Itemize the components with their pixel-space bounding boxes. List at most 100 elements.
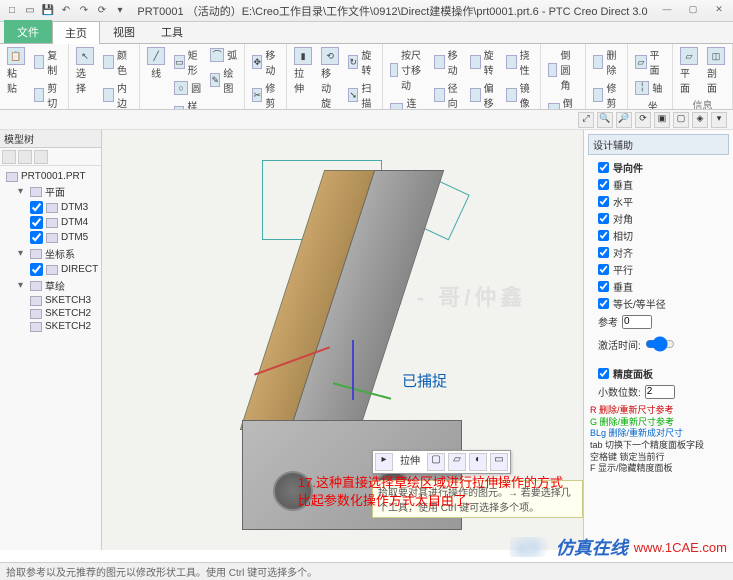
info-plane-button[interactable]: ▱平面 [677, 46, 701, 96]
checkbox[interactable] [598, 281, 609, 292]
vis-checkbox[interactable] [30, 216, 43, 229]
tool-icon-1[interactable]: ▢ [427, 453, 445, 471]
arc-button[interactable]: ⌒弧 [207, 46, 240, 63]
extrude-label[interactable]: 拉伸 [396, 453, 424, 471]
tree-item[interactable]: SKETCH2 [2, 320, 99, 333]
circle-button[interactable]: ○圆 [171, 79, 204, 96]
undo-icon[interactable]: ↶ [58, 3, 74, 19]
paste-button[interactable]: 📋粘贴 [4, 46, 28, 96]
guide-item[interactable]: 水平 [588, 193, 729, 210]
offset-button[interactable]: 偏移 [467, 79, 500, 110]
guide-item[interactable]: 垂直 [588, 278, 729, 295]
new-icon[interactable]: □ [4, 3, 20, 19]
srf-merge-button[interactable]: 删除 [590, 46, 623, 78]
inside-button[interactable]: 内边 [100, 79, 135, 110]
dimmove-button[interactable]: 按尺寸移动 [387, 46, 428, 93]
editrotate-button[interactable]: 旋转 [467, 46, 500, 78]
tree-item[interactable]: SKETCH3 [2, 294, 99, 307]
section-button[interactable]: ◫剖面 [704, 46, 728, 96]
tree-item[interactable]: DTM4 [2, 215, 99, 230]
tab-tools[interactable]: 工具 [148, 20, 196, 43]
connect-button[interactable]: 连接 [387, 94, 428, 110]
refit-icon[interactable]: ⤢ [578, 112, 594, 128]
checkbox[interactable] [598, 247, 609, 258]
vis-checkbox[interactable] [30, 201, 43, 214]
color-button[interactable]: 颜色 [100, 46, 135, 78]
collapse-icon[interactable]: ▾ [18, 186, 27, 197]
savedview-icon[interactable]: ▾ [711, 112, 727, 128]
decimals-input[interactable] [645, 385, 675, 399]
radial-button[interactable]: 径向 [431, 79, 464, 110]
draw-button[interactable]: ✎绘图 [207, 64, 240, 96]
line-button[interactable]: ╱线 [144, 46, 168, 81]
zoomin-icon[interactable]: 🔍 [597, 112, 613, 128]
maximize-button[interactable]: ▢ [683, 4, 703, 18]
cut-button[interactable]: 剪切 [31, 79, 64, 110]
tree-item[interactable]: DTM5 [2, 230, 99, 245]
collapse-icon[interactable]: ▾ [18, 248, 27, 259]
spline-button[interactable]: ∿样条 [171, 97, 204, 110]
tool-icon-4[interactable]: ▭ [490, 453, 508, 471]
trim-button[interactable]: ✂修剪 [249, 79, 282, 110]
mirror-button[interactable]: 镜像 [503, 79, 536, 110]
zoomout-icon[interactable]: 🔎 [616, 112, 632, 128]
checkbox[interactable] [598, 196, 609, 207]
collapse-icon[interactable]: ▾ [18, 280, 27, 291]
tree-item[interactable]: DIRECT [2, 262, 99, 277]
guide-item[interactable]: 等长/等半径 [588, 295, 729, 312]
tree-btn-2[interactable] [18, 150, 32, 164]
copy-button[interactable]: 复制 [31, 46, 64, 78]
repaint-icon[interactable]: ⟳ [635, 112, 651, 128]
tree-planes[interactable]: ▾平面 [2, 183, 99, 200]
checkbox[interactable] [598, 368, 609, 379]
axis-button[interactable]: ╎轴 [632, 79, 668, 96]
sweep-button[interactable]: ➘扫描 [345, 79, 378, 110]
tool-icon-3[interactable]: ◐ [469, 453, 487, 471]
tab-file[interactable]: 文件 [4, 20, 52, 43]
guide-item[interactable]: 垂直 [588, 176, 729, 193]
guide-item[interactable]: 相切 [588, 227, 729, 244]
select-button[interactable]: ↖选择 [73, 46, 97, 96]
extrude-button[interactable]: ▮拉伸 [291, 46, 315, 96]
tool-icon-2[interactable]: ▱ [448, 453, 466, 471]
tree-item[interactable]: DTM3 [2, 200, 99, 215]
tree-item[interactable]: SKETCH2 [2, 307, 99, 320]
tree-btn-3[interactable] [34, 150, 48, 164]
rect-button[interactable]: ▭矩形 [171, 46, 204, 78]
tree-btn-1[interactable] [2, 150, 16, 164]
regen-icon[interactable]: ⟳ [94, 3, 110, 19]
close-button[interactable]: ✕ [709, 4, 729, 18]
minimize-button[interactable]: — [657, 4, 677, 18]
drag-axis-z[interactable] [352, 340, 354, 400]
rotate-button[interactable]: ↻旋转 [345, 46, 378, 78]
tab-view[interactable]: 视图 [100, 20, 148, 43]
windows-icon[interactable]: ▾ [112, 3, 128, 19]
vis-checkbox[interactable] [30, 263, 43, 276]
checkbox[interactable] [598, 213, 609, 224]
checkbox[interactable] [598, 298, 609, 309]
model-tree[interactable]: PRT0001.PRT ▾平面 DTM3 DTM4 DTM5 ▾坐标系 DIRE… [0, 166, 101, 550]
open-icon[interactable]: ▭ [22, 3, 38, 19]
guides-master[interactable]: 导向件 [588, 159, 729, 176]
guide-item[interactable]: 对角 [588, 210, 729, 227]
tree-sketch[interactable]: ▾草绘 [2, 277, 99, 294]
flex-button[interactable]: 挠性 [503, 46, 536, 78]
checkbox[interactable] [598, 264, 609, 275]
editmove-button[interactable]: 移动 [431, 46, 464, 78]
wireframe-icon[interactable]: ▢ [673, 112, 689, 128]
checkbox[interactable] [598, 179, 609, 190]
eng-round-button[interactable]: 倒圆角 [545, 46, 581, 93]
ref-input[interactable] [622, 315, 652, 329]
3d-viewport[interactable]: 1CAE - 哥/仲鑫 已捕捉 ▸ 拉伸 ▢ ▱ ◐ ▭ 拾取要对其进行操作的图… [102, 130, 583, 550]
save-icon[interactable]: 💾 [40, 3, 56, 19]
shade-icon[interactable]: ▣ [654, 112, 670, 128]
moverot-button[interactable]: ⟲移动旋转 [318, 46, 342, 110]
checkbox[interactable] [598, 162, 609, 173]
csys-button[interactable]: ✦坐标系 [632, 97, 668, 110]
srf-trim-button[interactable]: 修剪 [590, 79, 623, 110]
vis-checkbox[interactable] [30, 231, 43, 244]
precision-master[interactable]: 精度面板 [588, 365, 729, 382]
chamfer-button[interactable]: 倒角 [545, 94, 581, 110]
redo-icon[interactable]: ↷ [76, 3, 92, 19]
tab-home[interactable]: 主页 [52, 21, 100, 44]
